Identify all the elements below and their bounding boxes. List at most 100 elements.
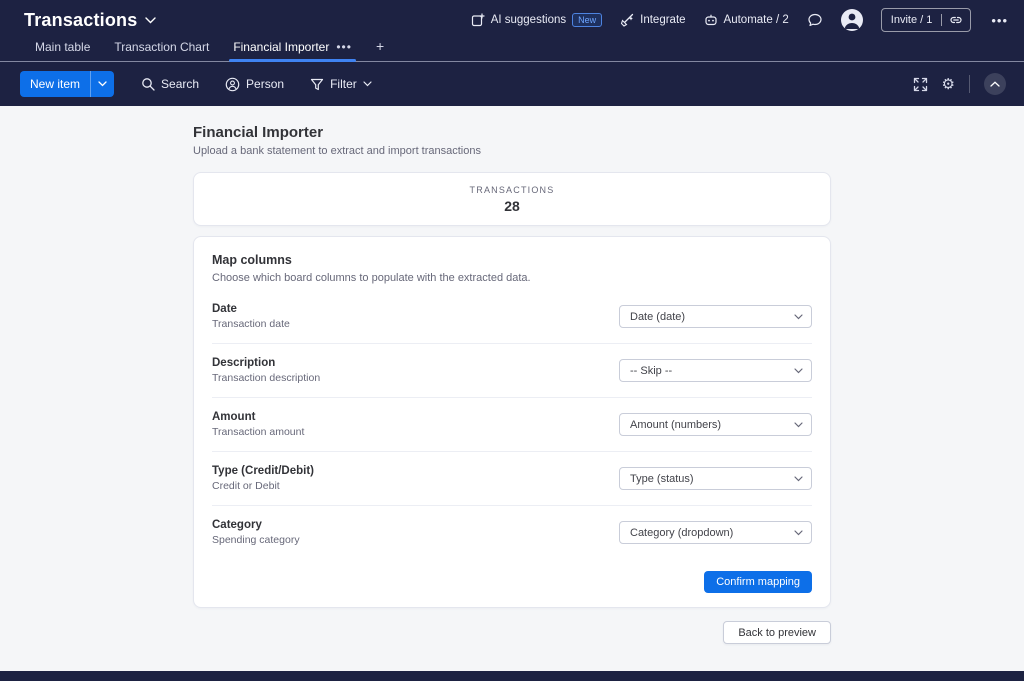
select-value: -- Skip -- (630, 365, 672, 377)
tab-financial-importer[interactable]: Financial Importer ••• (233, 40, 352, 61)
transactions-count: 28 (504, 198, 520, 214)
page-subtitle: Upload a bank statement to extract and i… (193, 145, 831, 157)
search-icon (141, 77, 155, 91)
map-columns-subtitle: Choose which board columns to populate w… (212, 272, 812, 284)
person-icon (225, 77, 240, 92)
mapping-row: Date Transaction date Date (date) (212, 290, 812, 344)
board-tabs: Main table Transaction Chart Financial I… (0, 38, 1024, 62)
tab-label: Financial Importer (233, 40, 329, 54)
ai-suggestions-icon (471, 13, 485, 27)
link-icon (949, 14, 963, 26)
settings-button[interactable]: ⚙ (942, 75, 955, 93)
search-button[interactable]: Search (132, 72, 208, 96)
chat-button[interactable] (807, 12, 823, 28)
select-value: Category (dropdown) (630, 527, 733, 539)
column-label: Amount (212, 411, 304, 423)
column-sublabel: Transaction description (212, 372, 320, 384)
expand-icon (913, 77, 928, 92)
automate-label: Automate / 2 (724, 14, 789, 26)
back-to-preview-button[interactable]: Back to preview (723, 621, 831, 644)
column-label: Category (212, 519, 300, 531)
tab-transaction-chart[interactable]: Transaction Chart (114, 40, 209, 61)
confirm-mapping-button[interactable]: Confirm mapping (704, 571, 812, 593)
map-columns-card: Map columns Choose which board columns t… (193, 236, 831, 608)
column-sublabel: Spending category (212, 534, 300, 546)
chevron-down-icon (794, 368, 803, 374)
bottom-bar (0, 671, 1024, 681)
chevron-down-icon (363, 81, 372, 87)
column-mapping-select[interactable]: Amount (numbers) (619, 413, 812, 436)
select-value: Date (date) (630, 311, 685, 323)
toolbar-right: ⚙ (913, 73, 1006, 95)
chevron-down-icon (794, 476, 803, 482)
new-item-button-group[interactable]: New item (20, 71, 114, 97)
column-mapping-select[interactable]: -- Skip -- (619, 359, 812, 382)
chat-bubble-icon (807, 12, 823, 28)
column-mapping-select[interactable]: Date (date) (619, 305, 812, 328)
column-label: Description (212, 357, 320, 369)
board-title: Transactions (24, 10, 137, 31)
page-title: Financial Importer (193, 124, 831, 141)
board-toolbar: New item Search Person Filter (0, 62, 1024, 106)
tab-label: Main table (35, 40, 90, 54)
automate-button[interactable]: Automate / 2 (704, 13, 789, 27)
column-mapping-select[interactable]: Category (dropdown) (619, 521, 812, 544)
mapping-row-labels: Description Transaction description (212, 357, 320, 384)
new-item-button[interactable]: New item (20, 77, 90, 91)
header-top-row: Transactions AI suggestions New Integrat… (0, 0, 1024, 38)
ai-suggestions-button[interactable]: AI suggestions New (471, 13, 602, 27)
select-value: Amount (numbers) (630, 419, 721, 431)
chevron-down-icon (145, 17, 156, 24)
column-mapping-select[interactable]: Type (status) (619, 467, 812, 490)
automate-robot-icon (704, 13, 718, 27)
person-label: Person (246, 77, 284, 91)
add-view-button[interactable]: + (376, 38, 384, 61)
integrate-button[interactable]: Integrate (620, 13, 685, 27)
map-columns-title: Map columns (212, 253, 812, 267)
mapping-row-labels: Type (Credit/Debit) Credit or Debit (212, 465, 314, 492)
collapse-header-button[interactable] (984, 73, 1006, 95)
integrate-wand-icon (620, 13, 634, 27)
header-more-button[interactable]: ••• (989, 13, 1010, 28)
chevron-down-icon (794, 530, 803, 536)
fullscreen-button[interactable] (913, 77, 928, 92)
tab-main-table[interactable]: Main table (35, 40, 90, 61)
column-sublabel: Transaction amount (212, 426, 304, 438)
summary-label: TRANSACTIONS (470, 185, 555, 195)
user-avatar[interactable] (841, 9, 863, 31)
chevron-down-icon (98, 81, 107, 87)
new-item-caret-button[interactable] (90, 71, 114, 97)
integrate-label: Integrate (640, 14, 685, 26)
filter-funnel-icon (310, 78, 324, 91)
mapping-row-labels: Amount Transaction amount (212, 411, 304, 438)
ai-suggestions-label: AI suggestions (491, 14, 566, 26)
select-value: Type (status) (630, 473, 694, 485)
person-filter-button[interactable]: Person (216, 72, 293, 97)
filter-label: Filter (330, 77, 357, 91)
invite-button-group: Invite / 1 (881, 8, 972, 32)
transactions-summary-card: TRANSACTIONS 28 (193, 172, 831, 226)
filter-button[interactable]: Filter (301, 72, 381, 96)
tab-options-icon[interactable]: ••• (336, 40, 352, 54)
header-actions: AI suggestions New Integrate Automate / … (471, 8, 1010, 32)
column-sublabel: Credit or Debit (212, 480, 314, 492)
mapping-row: Description Transaction description -- S… (212, 344, 812, 398)
chevron-up-icon (990, 81, 1000, 87)
column-label: Date (212, 303, 290, 315)
mapping-row: Category Spending category Category (dro… (212, 506, 812, 559)
chevron-down-icon (794, 314, 803, 320)
mapping-row-labels: Category Spending category (212, 519, 300, 546)
copy-link-button[interactable] (941, 14, 970, 26)
toolbar-divider (969, 75, 970, 93)
tab-label: Transaction Chart (114, 40, 209, 54)
chevron-down-icon (794, 422, 803, 428)
new-badge: New (572, 13, 602, 27)
column-label: Type (Credit/Debit) (212, 465, 314, 477)
mapping-row: Amount Transaction amount Amount (number… (212, 398, 812, 452)
mapping-row: Type (Credit/Debit) Credit or Debit Type… (212, 452, 812, 506)
mapping-row-labels: Date Transaction date (212, 303, 290, 330)
mapping-rows: Date Transaction date Date (date) Descri… (212, 290, 812, 559)
invite-button[interactable]: Invite / 1 (882, 14, 942, 26)
search-label: Search (161, 77, 199, 91)
board-title-menu[interactable]: Transactions (24, 10, 156, 31)
